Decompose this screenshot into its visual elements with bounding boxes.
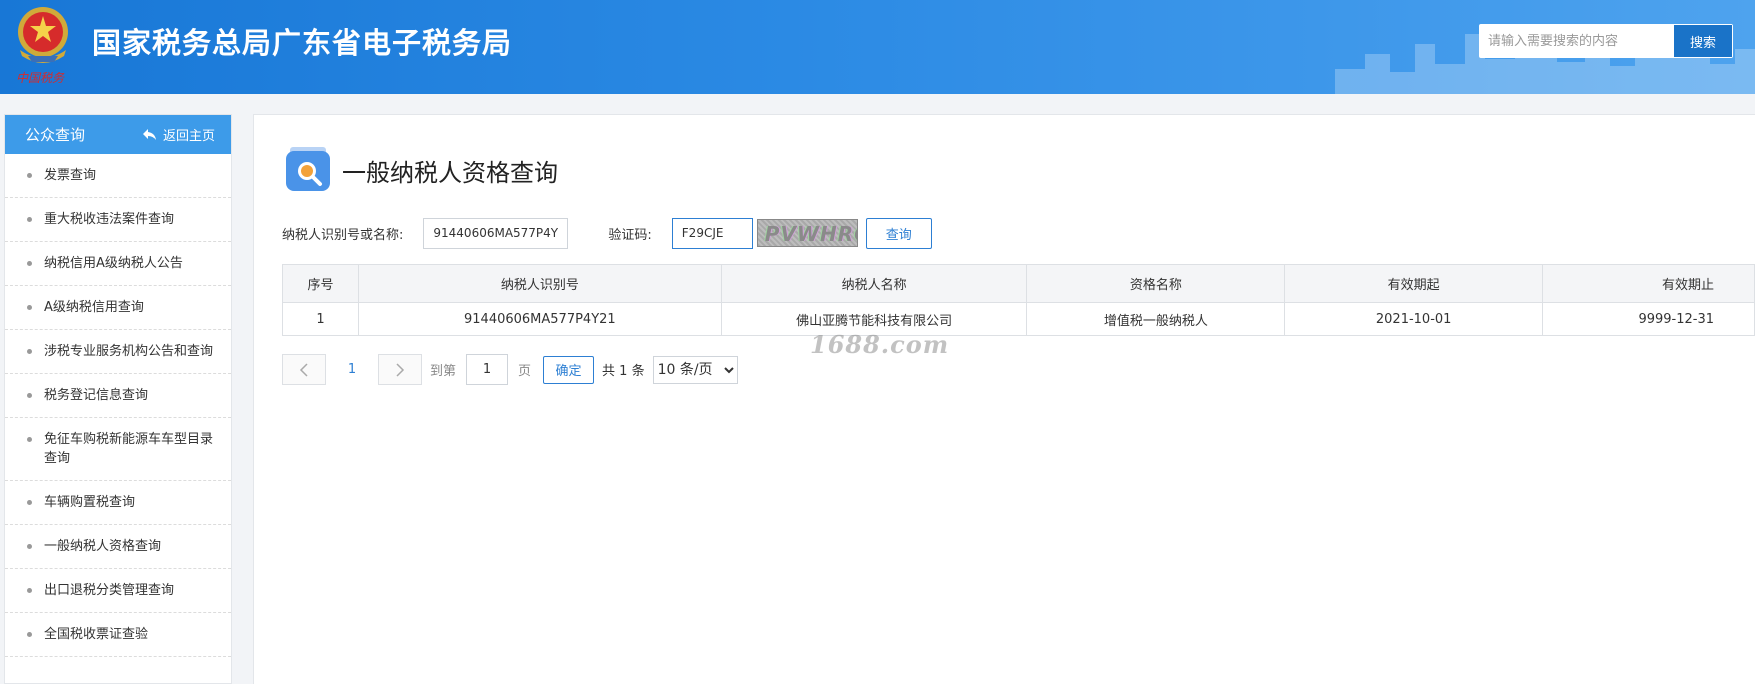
site-header: 中国税务 国家税务总局广东省电子税务局 搜索 — [0, 0, 1755, 94]
back-home-label: 返回主页 — [162, 129, 215, 144]
chevron-right-icon — [396, 362, 405, 377]
query-form: 纳税人识别号或名称: 验证码: PVWHRC 查询 — [282, 217, 932, 249]
col-header-qualification: 资格名称 — [1026, 264, 1286, 303]
back-home-link[interactable]: 返回主页 — [142, 125, 215, 144]
sidebar: 公众查询 返回主页 发票查询 重大税收违法案件查询 纳税信用A级纳税人公告 A级… — [4, 114, 232, 684]
sidebar-item-export-rebate-class[interactable]: 出口退税分类管理查询 — [5, 569, 231, 613]
search-input[interactable] — [1480, 25, 1674, 57]
page-title: 一般纳税人资格查询 — [342, 159, 558, 187]
result-table: 序号 纳税人识别号 纳税人名称 资格名称 有效期起 有效期止 1 9144060… — [282, 264, 1755, 336]
sidebar-item-a-credit-announcement[interactable]: 纳税信用A级纳税人公告 — [5, 242, 231, 286]
captcha-label: 验证码: — [608, 227, 652, 243]
sidebar-item-invoice-query[interactable]: 发票查询 — [5, 154, 231, 198]
query-button[interactable]: 查询 — [865, 217, 932, 249]
search-magnifier-icon — [286, 147, 330, 191]
search-button[interactable]: 搜索 — [1674, 25, 1732, 57]
prev-page-button[interactable] — [282, 354, 326, 385]
col-header-valid-from: 有效期起 — [1284, 264, 1544, 303]
site-title: 国家税务总局广东省电子税务局 — [92, 26, 513, 60]
header-search: 搜索 — [1479, 24, 1733, 58]
cell-valid-from: 2021-10-01 — [1284, 302, 1544, 336]
cell-valid-to: 9999-12-31 — [1542, 302, 1755, 336]
reply-arrow-icon — [142, 128, 156, 140]
taxpayer-id-label: 纳税人识别号或名称: — [282, 227, 404, 243]
goto-prefix: 到第 — [430, 364, 457, 379]
svg-text:中国税务: 中国税务 — [16, 71, 65, 85]
watermark: 1688.com — [810, 330, 950, 359]
page-size-select[interactable]: 10 条/页 — [652, 355, 738, 384]
taxpayer-id-input[interactable] — [423, 217, 569, 249]
captcha-image-text: PVWHRC — [764, 222, 857, 246]
sidebar-item-general-taxpayer-query[interactable]: 一般纳税人资格查询 — [5, 525, 231, 569]
page-number-current[interactable]: 1 — [326, 362, 378, 377]
goto-suffix: 页 — [518, 364, 532, 379]
cell-qualification: 增值税一般纳税人 — [1026, 302, 1286, 336]
next-page-button[interactable] — [378, 354, 422, 385]
pagination: 1 到第 页 确定 共 1 条 10 条/页 — [282, 354, 738, 385]
sidebar-item-vehicle-purchase-tax[interactable]: 车辆购置税查询 — [5, 481, 231, 525]
cell-seq: 1 — [282, 302, 359, 336]
sidebar-item-tax-agencies[interactable]: 涉税专业服务机构公告和查询 — [5, 330, 231, 374]
sidebar-header: 公众查询 返回主页 — [5, 115, 231, 154]
total-count: 共 1 条 — [602, 364, 645, 379]
cell-taxpayer-id: 91440606MA577P4Y21 — [357, 302, 722, 336]
goto-confirm-button[interactable]: 确定 — [543, 355, 595, 384]
col-header-seq: 序号 — [282, 264, 359, 303]
captcha-image[interactable]: PVWHRC — [756, 219, 858, 247]
table-header-row: 序号 纳税人识别号 纳税人名称 资格名称 有效期起 有效期止 — [282, 264, 1755, 303]
sidebar-title: 公众查询 — [25, 126, 86, 144]
sidebar-item-ev-exemption-catalog[interactable]: 免征车购税新能源车车型目录查询 — [5, 418, 231, 481]
sidebar-item-a-credit-query[interactable]: A级纳税信用查询 — [5, 286, 231, 330]
national-emblem-logo: 中国税务 — [16, 7, 68, 85]
goto-page-input[interactable] — [466, 354, 509, 385]
chevron-left-icon — [299, 362, 308, 377]
captcha-input[interactable] — [671, 217, 753, 249]
sidebar-item-tax-receipt-verify[interactable]: 全国税收票证查验 — [5, 613, 231, 657]
sidebar-item-tax-violation-cases[interactable]: 重大税收违法案件查询 — [5, 198, 231, 242]
table-row: 1 91440606MA577P4Y21 佛山亚腾节能科技有限公司 增值税一般纳… — [282, 302, 1755, 336]
sidebar-item-tax-registration[interactable]: 税务登记信息查询 — [5, 374, 231, 418]
col-header-valid-to: 有效期止 — [1542, 264, 1755, 303]
main-panel: 一般纳税人资格查询 纳税人识别号或名称: 验证码: PVWHRC 查询 序号 纳… — [253, 114, 1755, 684]
col-header-taxpayer-name: 纳税人名称 — [720, 264, 1028, 303]
col-header-taxpayer-id: 纳税人识别号 — [357, 264, 722, 303]
